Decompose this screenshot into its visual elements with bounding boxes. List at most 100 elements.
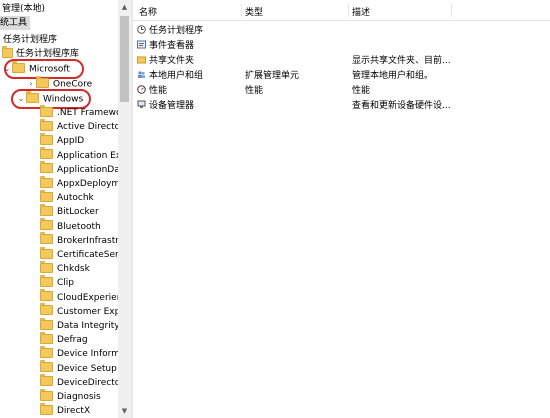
tree-item[interactable]: AppxDeployme bbox=[40, 175, 126, 191]
folder-icon bbox=[40, 175, 53, 188]
folder-icon bbox=[40, 274, 53, 287]
list-item-name: 任务计划程序 bbox=[137, 24, 203, 38]
event-viewer-icon bbox=[137, 40, 146, 49]
tree-item[interactable]: Autochk bbox=[40, 189, 94, 205]
folder-icon bbox=[36, 76, 49, 88]
list-item-name-text: 共享文件夹 bbox=[149, 56, 195, 66]
performance-icon bbox=[137, 85, 146, 94]
tree-item[interactable]: Application Exp bbox=[40, 147, 127, 163]
highlight-ellipse bbox=[4, 59, 84, 79]
list-item-name-text: 性能 bbox=[149, 86, 168, 96]
list-item-type: 扩展管理单元 bbox=[245, 71, 300, 81]
column-separator[interactable] bbox=[348, 3, 349, 17]
folder-icon bbox=[40, 388, 53, 401]
list-item-name: 本地用户和组 bbox=[137, 69, 203, 83]
tree-root[interactable]: 管理(本地) bbox=[2, 2, 45, 16]
tree-item[interactable]: Data Integrity S bbox=[40, 317, 128, 333]
list-item[interactable]: 性能 性能 性能 bbox=[133, 84, 550, 98]
tree-item[interactable]: DeviceDirector bbox=[40, 374, 124, 390]
tree-item[interactable]: DirectX bbox=[40, 402, 91, 418]
tree-item-label: Customer Expe bbox=[57, 306, 126, 317]
folder-icon bbox=[40, 289, 53, 302]
list-item-name: 事件查看器 bbox=[137, 39, 194, 53]
tree-item-label: Application Exp bbox=[57, 150, 127, 161]
tree-scrollbar[interactable]: ▲ ▼ bbox=[118, 0, 131, 418]
list-item[interactable]: 设备管理器 查看和更新设备硬件设... bbox=[133, 99, 550, 113]
tree-item-label: Chkdsk bbox=[57, 264, 90, 275]
folder-icon bbox=[40, 317, 53, 330]
list-item[interactable]: 本地用户和组 扩展管理单元 管理本地用户和组。 bbox=[133, 69, 550, 83]
list-item[interactable]: 任务计划程序 bbox=[133, 24, 550, 38]
tree-item[interactable]: Clip bbox=[40, 274, 74, 290]
tree-task-scheduler[interactable]: 任务计划程序 bbox=[3, 33, 57, 47]
tree-item[interactable]: CertificateServi bbox=[40, 246, 127, 262]
folder-icon bbox=[40, 246, 53, 259]
list-item-description: 性能 bbox=[352, 86, 371, 96]
tree-item-label: Active Director bbox=[57, 122, 124, 133]
tree-task-scheduler-label: 任务计划程序 bbox=[3, 35, 58, 45]
tree-system-tools[interactable]: 统工具 bbox=[0, 16, 31, 30]
column-separator[interactable] bbox=[451, 3, 452, 17]
tree-onecore-label: OneCore bbox=[53, 79, 93, 90]
users-icon bbox=[137, 70, 146, 79]
tree-item[interactable]: Chkdsk bbox=[40, 260, 90, 276]
folder-icon bbox=[40, 232, 53, 245]
tree-item-label: Device Informa bbox=[57, 349, 126, 360]
tree-item[interactable]: ApplicationDat bbox=[40, 161, 124, 177]
folder-icon bbox=[2, 45, 13, 58]
list-item-name-text: 任务计划程序 bbox=[149, 26, 204, 36]
tree-item[interactable]: .NET Framewo bbox=[40, 104, 122, 120]
tree-item-label: CloudExperien bbox=[57, 292, 123, 303]
tree-item[interactable]: BrokerInfrastru bbox=[40, 232, 125, 248]
column-header-description[interactable]: 描述 bbox=[352, 5, 370, 18]
folder-icon bbox=[40, 303, 53, 316]
tree-item[interactable]: AppID bbox=[40, 132, 85, 148]
folder-icon bbox=[40, 147, 53, 160]
list-item-description: 显示共享文件夹、目前... bbox=[352, 56, 451, 66]
tree-item-label: Clip bbox=[57, 278, 74, 289]
tree-item-label: AppID bbox=[57, 136, 85, 147]
tree-item-label: AppxDeployme bbox=[57, 179, 126, 189]
column-header-name[interactable]: 名称 bbox=[139, 5, 157, 18]
tree-item[interactable]: Diagnosis bbox=[40, 388, 101, 404]
folder-icon bbox=[40, 132, 53, 145]
tree-root-label: 管理(本地) bbox=[2, 4, 46, 14]
navigation-tree-pane: 管理(本地) 统工具 任务计划程序 任务计划程序库 ⌄ Microsoft › On… bbox=[0, 0, 132, 418]
tree-item[interactable]: Bluetooth bbox=[40, 218, 101, 234]
list-item-type: 性能 bbox=[245, 86, 264, 96]
column-separator[interactable] bbox=[241, 3, 242, 17]
list-header: 名称 类型 描述 bbox=[133, 0, 550, 21]
folder-icon bbox=[40, 260, 53, 273]
list-item-name: 共享文件夹 bbox=[137, 54, 194, 68]
tree-item-label: Autochk bbox=[57, 193, 94, 204]
list-item-name-text: 事件查看器 bbox=[149, 41, 195, 51]
scroll-down-arrow-icon[interactable]: ▼ bbox=[118, 404, 131, 418]
folder-icon bbox=[40, 331, 53, 344]
scrollbar-thumb[interactable] bbox=[120, 16, 129, 102]
column-header-type[interactable]: 类型 bbox=[245, 5, 263, 18]
list-item-name-text: 本地用户和组 bbox=[149, 71, 204, 81]
tree-item[interactable]: Device Informa bbox=[40, 345, 126, 361]
list-item-name: 性能 bbox=[137, 84, 167, 98]
scroll-up-arrow-icon[interactable]: ▲ bbox=[118, 0, 131, 14]
folder-icon bbox=[40, 360, 53, 373]
device-manager-icon bbox=[137, 100, 146, 109]
folder-icon bbox=[40, 118, 53, 131]
folder-icon bbox=[40, 203, 53, 216]
tree-item-label: ApplicationDat bbox=[57, 164, 124, 175]
tree-library-label: 任务计划程序库 bbox=[16, 49, 80, 59]
tree-item-label: .NET Framewo bbox=[57, 108, 122, 118]
tree-item-label: BrokerInfrastru bbox=[57, 235, 125, 246]
tree-item-label: DirectX bbox=[57, 406, 91, 417]
tree-item-label: DeviceDirector bbox=[57, 377, 124, 388]
tree-item[interactable]: Active Director bbox=[40, 118, 124, 134]
tree-item[interactable]: CloudExperien bbox=[40, 289, 123, 305]
task-scheduler-icon bbox=[137, 25, 146, 34]
tree-item[interactable]: Defrag bbox=[40, 331, 88, 347]
tree-item[interactable]: BitLocker bbox=[40, 203, 99, 219]
tree-item-label: Diagnosis bbox=[57, 392, 101, 402]
tree-item[interactable]: Device Setup bbox=[40, 360, 117, 376]
list-item[interactable]: 共享文件夹 显示共享文件夹、目前... bbox=[133, 54, 550, 68]
list-item[interactable]: 事件查看器 bbox=[133, 39, 550, 53]
tree-item[interactable]: Customer Expe bbox=[40, 303, 126, 319]
